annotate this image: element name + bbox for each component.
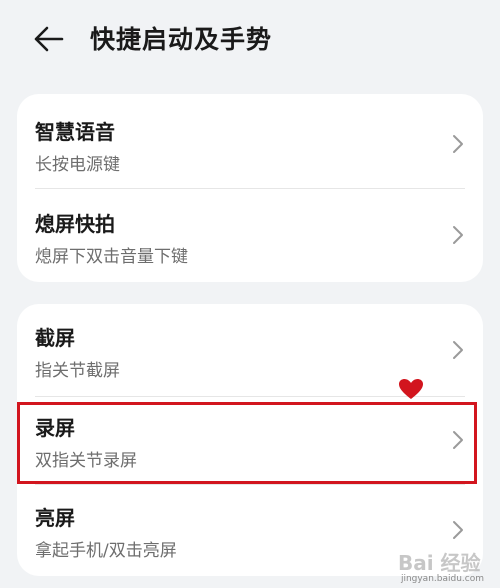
- arrow-left-icon: [34, 26, 64, 52]
- item-title: 录屏: [35, 416, 75, 440]
- list-item-snapshot[interactable]: 熄屏快拍 熄屏下双击音量下键: [17, 188, 483, 282]
- chevron-right-icon: [453, 521, 463, 539]
- item-subtitle: 指关节截屏: [35, 361, 120, 381]
- settings-group-1: 智慧语音 长按电源键 熄屏快拍 熄屏下双击音量下键: [17, 94, 483, 282]
- item-title: 熄屏快拍: [35, 212, 115, 236]
- item-subtitle: 双指关节录屏: [35, 451, 137, 471]
- item-title: 亮屏: [35, 506, 75, 530]
- watermark-url: jingyan.baidu.com: [400, 574, 484, 584]
- item-title: 截屏: [35, 326, 75, 350]
- page-title: 快捷启动及手势: [90, 25, 273, 54]
- chevron-right-icon: [453, 135, 463, 153]
- heart-icon: [399, 379, 423, 399]
- settings-group-2: 截屏 指关节截屏 录屏 双指关节录屏 亮屏 拿起手机/双击亮屏: [17, 304, 483, 576]
- chevron-right-icon: [453, 341, 463, 359]
- watermark-logo-text: Bai 经验: [398, 551, 481, 575]
- chevron-right-icon: [453, 431, 463, 449]
- item-subtitle: 长按电源键: [35, 155, 120, 175]
- item-subtitle: 熄屏下双击音量下键: [35, 247, 188, 267]
- item-title: 智慧语音: [35, 120, 115, 144]
- item-subtitle: 拿起手机/双击亮屏: [35, 541, 177, 561]
- top-bar: 快捷启动及手势: [0, 0, 500, 84]
- chevron-right-icon: [453, 226, 463, 244]
- back-button[interactable]: [32, 22, 66, 56]
- list-item-screen-record[interactable]: 录屏 双指关节录屏: [17, 396, 483, 484]
- list-item-smart-voice[interactable]: 智慧语音 长按电源键: [17, 94, 483, 188]
